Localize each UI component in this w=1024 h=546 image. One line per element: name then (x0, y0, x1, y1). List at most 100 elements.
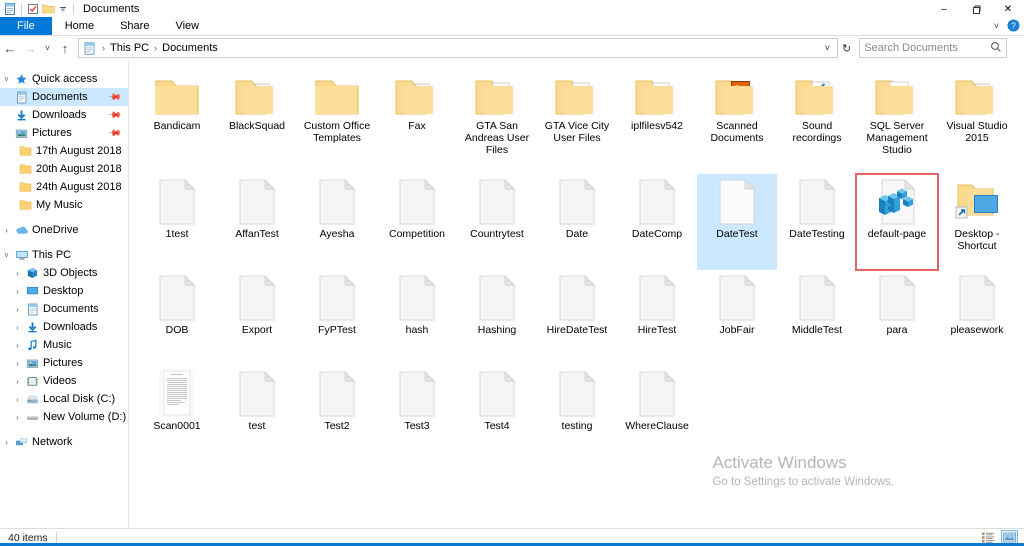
chevron-right-icon[interactable]: › (11, 341, 24, 350)
breadcrumb-separator-1[interactable]: › (151, 43, 160, 53)
refresh-icon[interactable]: ↻ (838, 42, 855, 55)
sidebar-item-videos[interactable]: › Videos (0, 372, 128, 390)
file-item[interactable]: DateTesting (777, 174, 857, 270)
tab-file[interactable]: File (0, 17, 52, 35)
file-item[interactable]: Custom Office Templates (297, 66, 377, 174)
back-button[interactable]: ← (0, 38, 20, 58)
file-item[interactable]: Countrytest (457, 174, 537, 270)
file-item[interactable]: Export (217, 270, 297, 366)
file-item[interactable]: test (217, 366, 297, 462)
file-item[interactable]: Test2 (297, 366, 377, 462)
sidebar-item-music[interactable]: › Music (0, 336, 128, 354)
chevron-right-icon[interactable]: › (0, 438, 13, 447)
sidebar-item-3d-objects[interactable]: › 3D Objects (0, 264, 128, 282)
file-item[interactable]: SQL Server Management Studio (857, 66, 937, 174)
chevron-down-icon[interactable]: ˅ (0, 251, 13, 260)
minimize-button[interactable]: – (928, 0, 960, 18)
sidebar-item-desktop[interactable]: › Desktop (0, 282, 128, 300)
file-item[interactable]: Hashing (457, 270, 537, 366)
sidebar-group-quick-access[interactable]: ˅ Quick access (0, 70, 128, 88)
sidebar-item-pictures-qa[interactable]: Pictures 📌 (0, 124, 128, 142)
sidebar-item-this-pc[interactable]: ˅ This PC (0, 246, 128, 264)
chevron-right-icon[interactable]: › (11, 305, 24, 314)
sidebar-item-network[interactable]: › Network (0, 433, 128, 451)
chevron-down-icon[interactable]: ˅ (0, 75, 13, 84)
file-item[interactable]: Desktop - Shortcut (937, 174, 1017, 270)
breadcrumb-documents[interactable]: Documents (160, 42, 220, 54)
sidebar-item-new-volume-d[interactable]: › New Volume (D:) (0, 408, 128, 426)
file-item[interactable]: Fax (377, 66, 457, 174)
chevron-right-icon[interactable]: › (11, 413, 24, 422)
sidebar-item-documents-pc[interactable]: › Documents (0, 300, 128, 318)
tab-view[interactable]: View (162, 17, 212, 35)
file-item[interactable]: Competition (377, 174, 457, 270)
file-item[interactable]: iplfilesv542 (617, 66, 697, 174)
chevron-right-icon[interactable]: › (11, 287, 24, 296)
recent-locations-button[interactable]: ˅ (40, 38, 55, 58)
folder-icon[interactable] (42, 3, 55, 15)
file-item[interactable]: Scanned Documents (697, 66, 777, 174)
tab-home[interactable]: Home (52, 17, 107, 35)
file-item[interactable]: hash (377, 270, 457, 366)
chevron-right-icon[interactable]: › (11, 269, 24, 278)
file-item[interactable]: Ayesha (297, 174, 377, 270)
properties-icon[interactable] (4, 3, 16, 15)
sidebar-item-documents-qa[interactable]: Documents 📌 (0, 88, 128, 106)
file-item[interactable]: AffanTest (217, 174, 297, 270)
checkbox-icon[interactable] (27, 3, 39, 15)
customize-dropdown-icon[interactable] (58, 4, 68, 14)
file-item[interactable]: Visual Studio 2015 (937, 66, 1017, 174)
sidebar-item-downloads-qa[interactable]: Downloads 📌 (0, 106, 128, 124)
sidebar-item-onedrive[interactable]: › OneDrive (0, 221, 128, 239)
file-item[interactable]: pleasework (937, 270, 1017, 366)
file-item[interactable]: GTA San Andreas User Files (457, 66, 537, 174)
chevron-right-icon[interactable]: › (11, 323, 24, 332)
chevron-right-icon[interactable]: › (11, 395, 24, 404)
sidebar-item-pictures-pc[interactable]: › Pictures (0, 354, 128, 372)
up-button[interactable]: ↑ (55, 38, 75, 58)
file-item[interactable]: Sound recordings (777, 66, 857, 174)
tab-share[interactable]: Share (107, 17, 162, 35)
sidebar-item-local-disk-c[interactable]: › Local Disk (C:) (0, 390, 128, 408)
sidebar-item-my-music[interactable]: My Music (0, 196, 128, 214)
sidebar-item-20th-august-2018[interactable]: 20th August 2018 (0, 160, 128, 178)
breadcrumb[interactable]: › This PC › Documents ˅ (78, 38, 838, 58)
file-item[interactable]: MiddleTest (777, 270, 857, 366)
file-list-pane[interactable]: Bandicam BlackSquad Custom Office Templa… (129, 60, 1024, 528)
file-item[interactable]: Bandicam (137, 66, 217, 174)
pin-icon[interactable]: 📌 (107, 125, 122, 141)
chevron-right-icon[interactable]: › (0, 226, 13, 235)
collapse-ribbon-icon[interactable]: ˅ (994, 21, 999, 31)
file-item[interactable]: para (857, 270, 937, 366)
file-item[interactable]: Scan0001 (137, 366, 217, 462)
file-item-highlighted[interactable]: default-page (855, 173, 939, 271)
forward-button[interactable]: → (20, 38, 40, 58)
file-item[interactable]: GTA Vice City User Files (537, 66, 617, 174)
sidebar-item-17th-august-2018[interactable]: 17th August 2018 (0, 142, 128, 160)
close-button[interactable]: ✕ (992, 0, 1024, 18)
file-item[interactable]: HireTest (617, 270, 697, 366)
search-input[interactable]: Search Documents (864, 42, 990, 54)
file-item[interactable]: WhereClause (617, 366, 697, 462)
file-item[interactable]: DOB (137, 270, 217, 366)
help-icon[interactable]: ? (1007, 19, 1020, 32)
breadcrumb-dropdown-icon[interactable]: ˅ (821, 43, 834, 53)
sidebar-item-downloads-pc[interactable]: › Downloads (0, 318, 128, 336)
file-item-selected[interactable]: DateTest (697, 174, 777, 270)
file-item[interactable]: DateComp (617, 174, 697, 270)
file-item[interactable]: BlackSquad (217, 66, 297, 174)
pin-icon[interactable]: 📌 (107, 89, 122, 105)
pin-icon[interactable]: 📌 (107, 107, 122, 123)
magnifier-icon[interactable] (990, 41, 1002, 56)
file-item[interactable]: testing (537, 366, 617, 462)
sidebar-item-24th-august-2018[interactable]: 24th August 2018 (0, 178, 128, 196)
file-item[interactable]: Test4 (457, 366, 537, 462)
file-item[interactable]: HireDateTest (537, 270, 617, 366)
navigation-pane[interactable]: ˅ Quick access Documents 📌 Downloads 📌 P… (0, 60, 129, 528)
chevron-right-icon[interactable]: › (11, 377, 24, 386)
file-item[interactable]: Date (537, 174, 617, 270)
file-item[interactable]: 1test (137, 174, 217, 270)
file-item[interactable]: FyPTest (297, 270, 377, 366)
file-item[interactable]: Test3 (377, 366, 457, 462)
file-item[interactable]: JobFair (697, 270, 777, 366)
